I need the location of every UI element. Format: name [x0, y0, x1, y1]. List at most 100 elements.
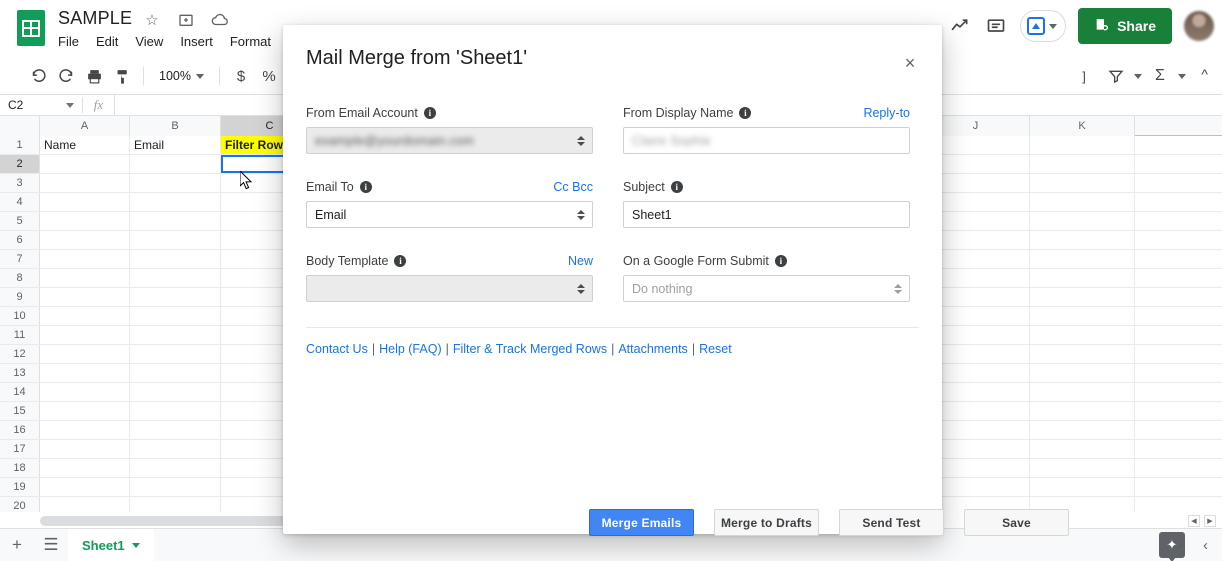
cell-a2[interactable] — [40, 155, 130, 173]
from-email-account-select[interactable]: example@yourdomain.com — [306, 127, 593, 154]
sheet-tab-sheet1[interactable]: Sheet1 — [68, 528, 154, 561]
menu-item-file[interactable]: File — [58, 34, 79, 49]
reply-to-link[interactable]: Reply-to — [863, 106, 910, 120]
functions-sigma-icon[interactable]: Σ — [1146, 63, 1174, 89]
save-button[interactable]: Save — [964, 509, 1069, 536]
cell-b10[interactable] — [130, 307, 221, 325]
row-header-16[interactable]: 16 — [0, 421, 40, 439]
cell-a16[interactable] — [40, 421, 130, 439]
cell-a18[interactable] — [40, 459, 130, 477]
row-header-4[interactable]: 4 — [0, 193, 40, 211]
cell-b11[interactable] — [130, 326, 221, 344]
cell-k13[interactable] — [1030, 364, 1135, 382]
cell-b17[interactable] — [130, 440, 221, 458]
info-icon[interactable]: i — [774, 255, 787, 267]
cell-a10[interactable] — [40, 307, 130, 325]
cell-k2[interactable] — [1030, 155, 1135, 173]
cell-b1[interactable]: Email — [130, 136, 221, 154]
move-to-folder-icon[interactable] — [176, 10, 196, 30]
cell-k11[interactable] — [1030, 326, 1135, 344]
info-icon[interactable]: i — [394, 255, 407, 267]
subject-input[interactable]: Sheet1 — [623, 201, 910, 228]
document-title[interactable]: SAMPLE — [58, 8, 132, 29]
menu-item-view[interactable]: View — [135, 34, 163, 49]
cell-a5[interactable] — [40, 212, 130, 230]
percent-format-icon[interactable]: % — [255, 63, 283, 89]
cell-a17[interactable] — [40, 440, 130, 458]
chevron-down-icon[interactable] — [131, 542, 140, 548]
cell-a12[interactable] — [40, 345, 130, 363]
cell-k9[interactable] — [1030, 288, 1135, 306]
cell-a11[interactable] — [40, 326, 130, 344]
contact-us-link[interactable]: Contact Us — [306, 342, 368, 356]
cell-b12[interactable] — [130, 345, 221, 363]
cell-b4[interactable] — [130, 193, 221, 211]
comment-icon[interactable] — [984, 14, 1008, 38]
cloud-saved-icon[interactable] — [210, 10, 230, 30]
body-template-select[interactable] — [306, 275, 593, 302]
row-header-5[interactable]: 5 — [0, 212, 40, 230]
cell-k6[interactable] — [1030, 231, 1135, 249]
cell-a3[interactable] — [40, 174, 130, 192]
merge-to-drafts-button[interactable]: Merge to Drafts — [714, 509, 819, 536]
row-header-8[interactable]: 8 — [0, 269, 40, 287]
paint-format-icon[interactable] — [108, 63, 136, 89]
row-header-6[interactable]: 6 — [0, 231, 40, 249]
new-template-link[interactable]: New — [568, 254, 593, 268]
zoom-selector[interactable]: 100% — [159, 69, 204, 83]
cell-b14[interactable] — [130, 383, 221, 401]
menu-item-edit[interactable]: Edit — [96, 34, 118, 49]
all-sheets-icon[interactable]: ☰ — [34, 529, 68, 561]
cell-b2[interactable] — [130, 155, 221, 173]
borders-icon[interactable]: ] — [1070, 63, 1098, 89]
google-sheets-logo-icon[interactable] — [14, 8, 48, 48]
cell-k8[interactable] — [1030, 269, 1135, 287]
row-header-19[interactable]: 19 — [0, 478, 40, 496]
row-header-14[interactable]: 14 — [0, 383, 40, 401]
chevron-down-icon[interactable] — [1134, 73, 1142, 79]
row-header-15[interactable]: 15 — [0, 402, 40, 420]
cell-b3[interactable] — [130, 174, 221, 192]
cell-a8[interactable] — [40, 269, 130, 287]
chevron-down-icon[interactable] — [66, 102, 74, 108]
column-header-b[interactable]: B — [130, 116, 221, 136]
on-form-submit-select[interactable]: Do nothing — [623, 275, 910, 302]
info-icon[interactable]: i — [739, 107, 752, 119]
cell-k16[interactable] — [1030, 421, 1135, 439]
cell-b19[interactable] — [130, 478, 221, 496]
reset-link[interactable]: Reset — [699, 342, 732, 356]
explore-icon[interactable]: ✦ — [1159, 532, 1185, 558]
cell-k18[interactable] — [1030, 459, 1135, 477]
currency-format-icon[interactable]: $ — [227, 63, 255, 89]
cell-k5[interactable] — [1030, 212, 1135, 230]
row-header-10[interactable]: 10 — [0, 307, 40, 325]
column-header-k[interactable]: K — [1030, 116, 1135, 136]
redo-icon[interactable] — [52, 63, 80, 89]
star-icon[interactable]: ☆ — [142, 10, 162, 30]
from-display-name-input[interactable]: Claire Sophie — [623, 127, 910, 154]
select-all-corner[interactable] — [0, 116, 40, 136]
cell-k17[interactable] — [1030, 440, 1135, 458]
attachments-link[interactable]: Attachments — [618, 342, 687, 356]
row-header-18[interactable]: 18 — [0, 459, 40, 477]
cell-b20[interactable] — [130, 497, 221, 512]
cell-b6[interactable] — [130, 231, 221, 249]
cell-a7[interactable] — [40, 250, 130, 268]
menu-item-insert[interactable]: Insert — [180, 34, 213, 49]
email-to-select[interactable]: Email — [306, 201, 593, 228]
send-test-button[interactable]: Send Test — [839, 509, 944, 536]
cell-a4[interactable] — [40, 193, 130, 211]
info-icon[interactable]: i — [670, 181, 683, 193]
cell-k10[interactable] — [1030, 307, 1135, 325]
cell-a14[interactable] — [40, 383, 130, 401]
cell-k14[interactable] — [1030, 383, 1135, 401]
merge-emails-button[interactable]: Merge Emails — [589, 509, 694, 536]
cell-k15[interactable] — [1030, 402, 1135, 420]
row-header-13[interactable]: 13 — [0, 364, 40, 382]
collapse-toolbar-icon[interactable]: ^ — [1201, 66, 1208, 82]
cell-b7[interactable] — [130, 250, 221, 268]
cell-a19[interactable] — [40, 478, 130, 496]
info-icon[interactable]: i — [359, 181, 372, 193]
undo-icon[interactable] — [24, 63, 52, 89]
column-header-a[interactable]: A — [40, 116, 130, 136]
